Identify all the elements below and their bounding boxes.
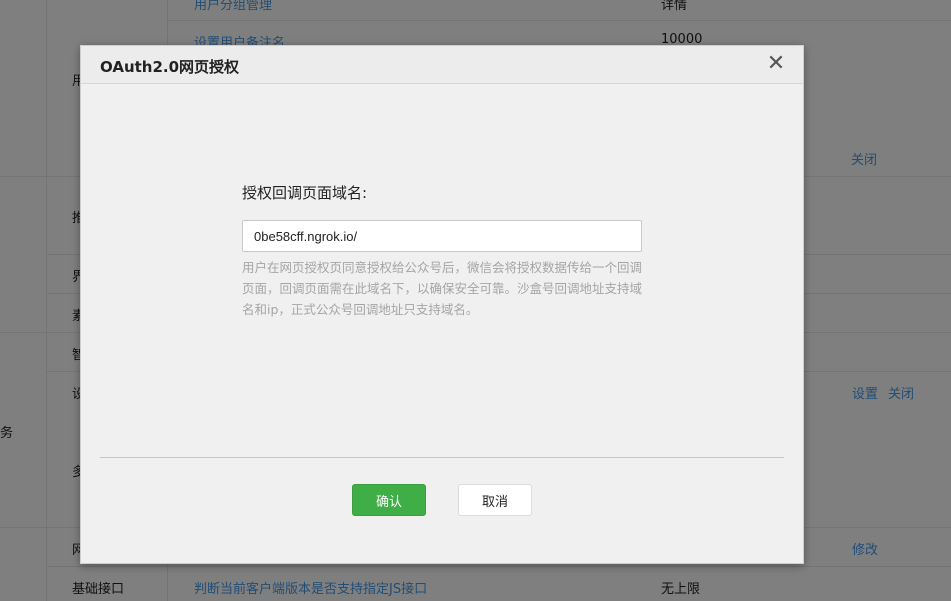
oauth-dialog: OAuth2.0网页授权 ✕ 授权回调页面域名: 用户在网页授权页同意授权给公众… bbox=[80, 45, 804, 564]
dialog-title: OAuth2.0网页授权 bbox=[100, 58, 240, 76]
confirm-button[interactable]: 确认 bbox=[352, 484, 426, 516]
help-text: 用户在网页授权页同意授权给公众号后，微信会将授权数据传给一个回调页面，回调页面需… bbox=[242, 260, 643, 317]
callback-domain-input[interactable] bbox=[242, 220, 642, 252]
dialog-header: OAuth2.0网页授权 ✕ bbox=[81, 46, 803, 84]
close-icon[interactable]: ✕ bbox=[765, 53, 787, 75]
callback-domain-label: 授权回调页面域名: bbox=[242, 184, 368, 202]
cancel-button[interactable]: 取消 bbox=[458, 484, 532, 516]
dialog-divider bbox=[100, 457, 784, 458]
